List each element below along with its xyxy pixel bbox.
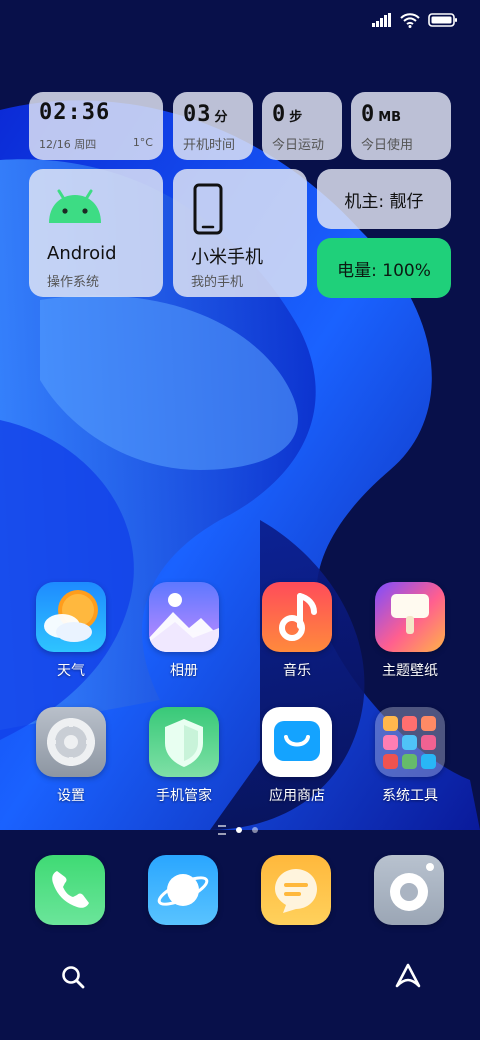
page-dot: [252, 827, 258, 833]
dock-phone[interactable]: [35, 855, 105, 925]
phone-name: 小米手机: [191, 247, 263, 268]
phone-icon: [193, 183, 223, 235]
gallery-icon: [149, 582, 219, 652]
app-gallery[interactable]: 相册: [134, 582, 234, 680]
battery-text: 电量: 100%: [337, 260, 431, 281]
data-usage-value: 0: [361, 102, 376, 127]
os-label: 操作系统: [47, 275, 100, 290]
assistant-icon[interactable]: [393, 962, 423, 990]
phone-label: 我的手机: [191, 275, 244, 290]
app-theme[interactable]: 主题壁纸: [360, 582, 460, 680]
page-dot-active: [236, 827, 242, 833]
weather-icon: [36, 582, 106, 652]
steps-unit: 步: [289, 110, 303, 125]
clock-date: 12/16 周四: [39, 138, 97, 151]
battery-icon: [428, 13, 457, 27]
os-name: Android: [47, 243, 117, 264]
tools-folder-icon: [375, 707, 445, 777]
phone-widget[interactable]: 小米手机 我的手机: [173, 169, 307, 297]
steps-widget[interactable]: 0 步 今日运动: [262, 92, 342, 160]
dock-messages[interactable]: [261, 855, 331, 925]
messages-icon: [275, 869, 317, 913]
uptime-value: 03: [183, 102, 212, 127]
app-store[interactable]: 应用商店: [247, 707, 347, 805]
data-usage-label: 今日使用: [361, 138, 414, 153]
app-store-icon: [262, 707, 332, 777]
steps-value: 0: [272, 102, 287, 127]
app-label: 相册: [170, 663, 198, 679]
app-label: 设置: [57, 788, 85, 804]
search-icon[interactable]: [60, 964, 86, 990]
theme-icon: [375, 582, 445, 652]
data-usage-unit: MB: [378, 110, 402, 125]
data-usage-widget[interactable]: 0 MB 今日使用: [351, 92, 451, 160]
signal-icon: [372, 13, 391, 27]
battery-widget[interactable]: 电量: 100%: [317, 238, 451, 298]
app-tools-folder[interactable]: 系统工具: [360, 707, 460, 805]
dock-camera[interactable]: [374, 855, 444, 925]
page-indicator[interactable]: [218, 825, 262, 835]
app-label: 音乐: [283, 663, 311, 679]
android-icon: [49, 189, 101, 223]
app-label: 应用商店: [269, 788, 325, 804]
browser-planet-icon: [157, 874, 209, 906]
app-weather[interactable]: 天气: [21, 582, 121, 680]
owner-widget[interactable]: 机主: 靓仔: [317, 169, 451, 229]
owner-text: 机主: 靓仔: [344, 191, 424, 212]
app-settings[interactable]: 设置: [21, 707, 121, 805]
clock-temperature: 1°C: [132, 136, 153, 149]
music-icon: [262, 582, 332, 652]
uptime-label: 开机时间: [183, 138, 236, 153]
dock-browser[interactable]: [148, 855, 218, 925]
phone-call-icon: [52, 871, 89, 908]
clock-widget[interactable]: 02:36 12/16 周四 1°C: [29, 92, 163, 160]
uptime-unit: 分: [214, 110, 228, 125]
app-label: 天气: [57, 663, 85, 679]
app-label: 手机管家: [156, 788, 212, 804]
page-indicator-lines-icon: [218, 825, 226, 835]
app-label: 主题壁纸: [382, 663, 438, 679]
app-security[interactable]: 手机管家: [134, 707, 234, 805]
steps-label: 今日运动: [272, 138, 325, 153]
app-label: 系统工具: [382, 788, 438, 804]
camera-icon: [390, 863, 434, 911]
wifi-icon: [400, 12, 420, 28]
uptime-widget[interactable]: 03 分 开机时间: [173, 92, 253, 160]
shield-icon: [149, 707, 219, 777]
clock-time: 02:36: [39, 100, 111, 125]
status-bar: [372, 10, 458, 30]
settings-gear-icon: [36, 707, 106, 777]
os-widget[interactable]: Android 操作系统: [29, 169, 163, 297]
app-music[interactable]: 音乐: [247, 582, 347, 680]
